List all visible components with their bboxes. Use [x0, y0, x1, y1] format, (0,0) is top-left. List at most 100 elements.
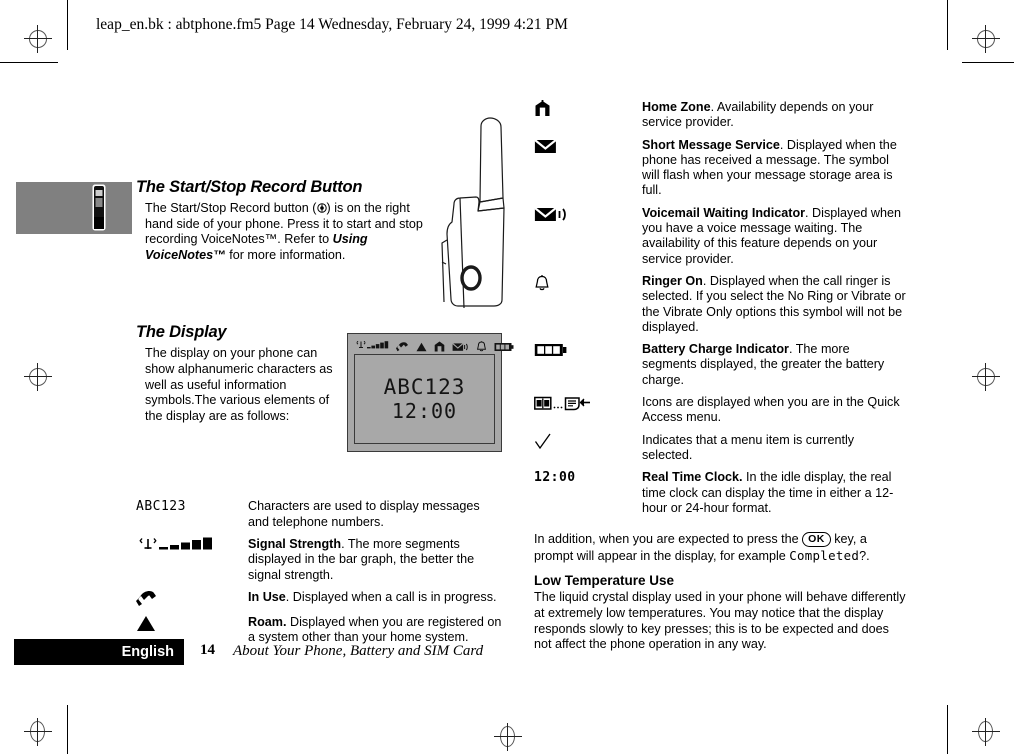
home-zone-icon [434, 341, 445, 352]
legend-description: Signal Strength. The more segments displ… [246, 537, 504, 590]
legend-symbol-voicemail [534, 206, 640, 274]
legend-description: Characters are used to display messages … [246, 499, 504, 537]
legend-bold-label: Roam. [248, 614, 287, 629]
roam-icon [416, 342, 427, 352]
trim-line-bottom-right-vertical [947, 705, 948, 754]
legend-symbol-checkmark [534, 433, 640, 471]
footer-language-label: English [121, 644, 174, 660]
footer-page-number: 14 [200, 642, 215, 658]
battery-icon [494, 342, 514, 352]
ok-para-part1: In addition, when you are expected to pr… [534, 532, 803, 547]
signal-strength-icon [136, 537, 240, 554]
legend-bold-label: Battery Charge Indicator [642, 342, 789, 357]
legend-symbol-battery [534, 342, 640, 395]
legend-row: Ringer On. Displayed when the call ringe… [534, 274, 906, 342]
ringer-icon [476, 341, 487, 352]
record-para-part1: The Start/Stop Record button ( [145, 201, 317, 215]
lcd-display-mockup: ABC123 12:00 [347, 333, 514, 452]
legend-bold-label: Signal Strength [248, 536, 342, 551]
legend-row: Battery Charge Indicator. The more segme… [534, 342, 906, 395]
trim-line-top-left-horizontal [0, 62, 58, 63]
legend-symbol-ringer-on [534, 274, 640, 342]
trim-line-top-left-vertical [67, 0, 68, 50]
record-button-inline-icon [316, 201, 327, 215]
legend-row: In Use. Displayed when a call is in prog… [136, 590, 504, 615]
roam-icon [136, 615, 240, 632]
voicemail-icon [452, 342, 469, 352]
legend-row: Short Message Service. Displayed when th… [534, 138, 906, 206]
lcd-line-1: ABC123 [383, 375, 466, 399]
legend-bold-label: Short Message Service [642, 137, 780, 152]
registration-mark-bottom-right [972, 718, 1000, 746]
trim-line-top-right-horizontal [962, 62, 1014, 63]
footer-section-title: About Your Phone, Battery and SIM Card [233, 643, 484, 659]
registration-mark-bottom-left [24, 718, 52, 746]
page-header-text: leap_en.bk : abtphone.fm5 Page 14 Wednes… [96, 16, 568, 33]
checkmark-icon [534, 433, 634, 451]
legend-symbol-short-message [534, 138, 640, 206]
legend-bold-label: Real Time Clock. [642, 470, 743, 485]
start-stop-record-paragraph: The Start/Stop Record button () is on th… [136, 201, 423, 263]
low-temperature-paragraph: The liquid crystal display used in your … [534, 590, 906, 652]
legend-bold-label: Ringer On [642, 273, 703, 288]
lcd-screen-area: ABC123 12:00 [354, 354, 495, 444]
legend-symbol-real-time-clock: 12:00 [534, 470, 640, 523]
signal-strength-icon [356, 341, 389, 352]
phone-thumbnail-image [92, 184, 106, 231]
display-elements-legend-right: Home Zone. Availability depends on your … [534, 100, 906, 523]
ok-para-lcd-word: Completed [789, 547, 860, 563]
the-display-paragraph: The display on your phone can show alpha… [145, 346, 333, 423]
legend-lcd-sample-text: ABC123 [136, 499, 186, 515]
legend-text: Indicates that a menu item is currently … [642, 432, 855, 462]
registration-mark-top-left [24, 25, 52, 53]
legend-description: Short Message Service. Displayed when th… [640, 138, 906, 206]
legend-description: Battery Charge Indicator. The more segme… [640, 342, 906, 395]
battery-icon [534, 342, 634, 358]
legend-description: Real Time Clock. In the idle display, th… [640, 470, 906, 523]
legend-bold-label: Home Zone [642, 100, 711, 114]
ok-key-paragraph: In addition, when you are expected to pr… [534, 532, 906, 564]
section-start-stop-record-button: The Start/Stop Record Button The Start/S… [136, 178, 516, 263]
registration-mark-middle-left [24, 363, 52, 391]
legend-symbol-home-zone [534, 100, 640, 138]
lcd-line-2: 12:00 [391, 399, 458, 423]
legend-text: Icons are displayed when you are in the … [642, 395, 900, 425]
lcd-status-icon-row [354, 339, 514, 354]
legend-description: Voicemail Waiting Indicator. Displayed w… [640, 206, 906, 274]
legend-symbol-in-use [136, 590, 246, 615]
legend-description: Home Zone. Availability depends on your … [640, 100, 906, 138]
registration-mark-top-right [972, 25, 1000, 53]
trim-line-bottom-left-vertical [67, 705, 68, 754]
legend-row: Indicates that a menu item is currently … [534, 433, 906, 471]
ok-key-glyph: OK [802, 532, 831, 548]
legend-text: . Displayed when a call is in progress. [285, 589, 497, 604]
legend-description: Ringer On. Displayed when the call ringe… [640, 274, 906, 342]
low-temperature-heading: Low Temperature Use [534, 573, 675, 589]
legend-text: Displayed when you are registered on a s… [248, 614, 502, 645]
legend-row: Home Zone. Availability depends on your … [534, 100, 906, 138]
start-stop-record-heading: The Start/Stop Record Button [136, 178, 363, 196]
legend-lcd-clock-text: 12:00 [534, 470, 576, 486]
legend-symbol-quick-access [534, 395, 640, 433]
legend-symbol-signal-strength [136, 537, 246, 590]
legend-bold-label: Voicemail Waiting Indicator [642, 205, 806, 220]
sidebar-gray-swatch [16, 182, 132, 234]
ringer-bell-icon [534, 274, 634, 292]
in-use-icon [136, 590, 240, 608]
footer-language-bar: English [14, 639, 184, 665]
legend-row: Signal Strength. The more segments displ… [136, 537, 504, 590]
in-use-icon [396, 341, 409, 352]
trim-line-top-right-vertical [947, 0, 948, 50]
ok-para-part3: ?. [859, 548, 870, 563]
legend-description: Indicates that a menu item is currently … [640, 433, 906, 471]
legend-row: ABC123 Characters are used to display me… [136, 499, 504, 537]
legend-text: Characters are used to display messages … [248, 499, 480, 529]
legend-description: Icons are displayed when you are in the … [640, 395, 906, 433]
voicemail-icon [534, 206, 634, 223]
legend-bold-label: In Use [248, 589, 286, 604]
legend-row: Icons are displayed when you are in the … [534, 395, 906, 433]
registration-mark-middle-right [972, 363, 1000, 391]
registration-mark-bottom-center [494, 723, 522, 751]
legend-row: Voicemail Waiting Indicator. Displayed w… [534, 206, 906, 274]
home-zone-icon [534, 100, 634, 117]
